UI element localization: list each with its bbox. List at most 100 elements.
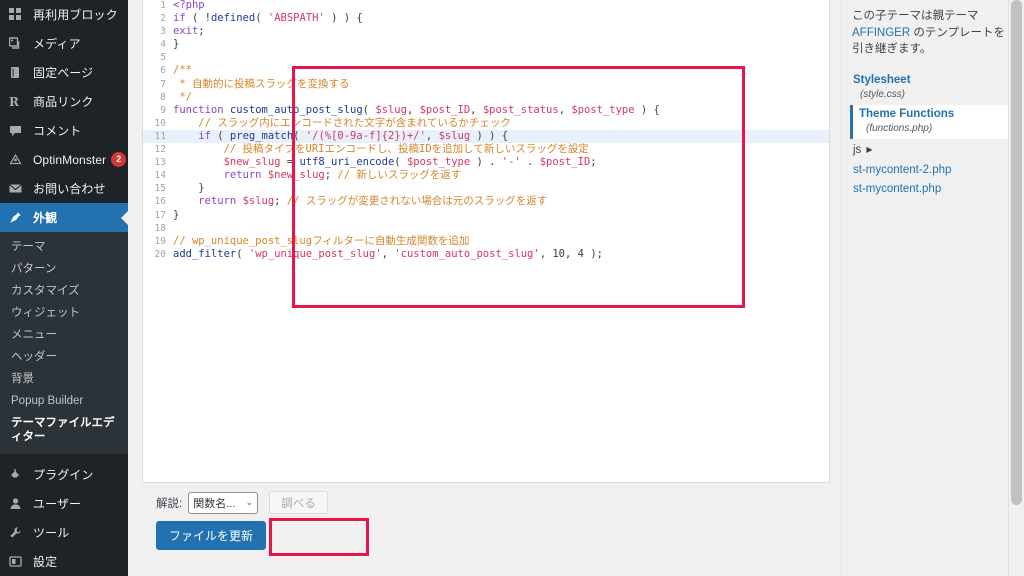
code-token: * 自動的に投稿スラッグを変換する — [173, 77, 350, 90]
code-line: 20 add_filter( 'wp_unique_post_slug', 'cu… — [143, 248, 829, 261]
sidebar-item-optinmonster[interactable]: OptinMonster 2 — [0, 145, 128, 174]
folder-js[interactable]: js ▶ — [850, 139, 1014, 160]
code-line: 11 if ( preg_match( '/(%[0-9a-f]{2})+/',… — [143, 129, 829, 144]
appearance-pin-icon — [9, 211, 28, 224]
sidebar-subitem-background[interactable]: 背景 — [0, 368, 128, 390]
sidebar-item-users[interactable]: ユーザー — [0, 489, 128, 518]
file-item-title: Stylesheet — [853, 73, 911, 86]
sidebar-item-comments[interactable]: コメント — [0, 116, 128, 145]
chevron-down-icon: ⌄ — [245, 497, 254, 507]
code-token: ( — [362, 103, 376, 116]
code-token: $slug — [438, 129, 471, 142]
file-item-filename: (functions.php) — [866, 122, 933, 134]
line-content: // wp_unique_post_slugフィルターに自動生成関数を追加 — [173, 235, 829, 248]
line-content: if ( !defined( 'ABSPATH' ) ) { — [173, 12, 829, 25]
sidebar-item-plugins[interactable]: プラグイン — [0, 460, 128, 489]
sidebar-item-product-link[interactable]: R 商品リンク — [0, 87, 128, 116]
code-token: exit — [173, 25, 199, 38]
docs-lookup-select[interactable]: 関数名... ⌄ — [188, 491, 259, 514]
chevron-right-icon: ▶ — [866, 145, 873, 154]
code-token: ( — [236, 247, 249, 260]
sidebar-subitem-theme-file-editor[interactable]: テーマファイルエディター — [0, 412, 128, 448]
code-token: 'ABSPATH' — [267, 12, 325, 25]
code-token: = — [280, 156, 300, 169]
line-content: return $slug; // スラッグが変更されない場合は元のスラッグを返す — [173, 195, 829, 208]
code-token: ) ) { — [470, 129, 509, 142]
sidebar-item-pages[interactable]: 固定ページ — [0, 58, 128, 87]
sidebar-item-tools[interactable]: ツール — [0, 518, 128, 547]
code-token: preg_match — [229, 129, 294, 142]
code-token: <?php — [173, 0, 205, 11]
code-editor[interactable]: 1 <?php 2 if ( !defined( 'ABSPATH' ) ) {3 ex… — [142, 0, 830, 483]
line-content: add_filter( 'wp_unique_post_slug', 'cust… — [173, 248, 829, 261]
sidebar-item-settings[interactable]: 設定 — [0, 547, 128, 576]
sidebar-subitem-menus[interactable]: メニュー — [0, 324, 128, 346]
file-item-stylesheet[interactable]: Stylesheet (style.css) — [850, 71, 1014, 105]
plugins-icon — [9, 468, 28, 481]
sidebar-item-reusable-blocks[interactable]: 再利用ブロック — [0, 0, 128, 29]
code-token: utf8_uri_encode — [299, 156, 395, 169]
code-line: 10 // スラッグ内にエンコードされた文字が含まれているかチェック — [143, 117, 829, 130]
line-content: * 自動的に投稿スラッグを変換する — [173, 78, 829, 91]
sidebar-item-contact-form[interactable]: お問い合わせ — [0, 174, 128, 203]
sidebar-subitem-customize[interactable]: カスタマイズ — [0, 280, 128, 302]
line-number: 13 — [154, 157, 166, 169]
code-token: ) ) { — [324, 12, 363, 25]
annotation-box-update-button — [269, 518, 369, 556]
code-token: , — [470, 103, 483, 116]
theme-note-part1: この子テーマは親テーマ — [852, 10, 979, 22]
code-token: return — [198, 195, 237, 208]
sidebar-item-label: ツール — [33, 525, 70, 540]
code-token: // wp_unique_post_slugフィルターに自動生成関数を追加 — [173, 234, 470, 247]
code-token: 'custom_auto_post_slug' — [394, 247, 540, 260]
code-token: ) { — [634, 103, 660, 116]
code-token: defined — [210, 12, 256, 25]
file-item-st-mycontent-2[interactable]: st-mycontent-2.php — [850, 160, 1014, 179]
sidebar-subitem-popup-builder[interactable]: Popup Builder — [0, 390, 128, 412]
docs-lookup-button[interactable]: 調べる — [269, 491, 328, 514]
code-token: 10 — [552, 247, 566, 260]
file-item-theme-functions[interactable]: Theme Functions (functions.php) — [850, 104, 1014, 139]
code-token: $post_type — [571, 103, 635, 116]
sidebar-item-appearance[interactable]: 外観 — [0, 203, 128, 232]
code-token: ( — [255, 12, 268, 25]
sidebar-subitem-header[interactable]: ヘッダー — [0, 346, 128, 368]
code-line: 5 — [143, 51, 829, 64]
child-theme-note: この子テーマは親テーマ AFFINGER のテンプレートを引き継ぎます。 — [850, 6, 1014, 58]
file-item-st-mycontent[interactable]: st-mycontent.php — [850, 179, 1014, 198]
scrollbar-thumb[interactable] — [1011, 0, 1022, 505]
code-token: if — [198, 129, 211, 142]
code-token: $post_ID — [539, 156, 591, 169]
parent-theme-name: AFFINGER — [852, 26, 911, 39]
update-file-button[interactable]: ファイルを更新 — [156, 521, 267, 550]
line-content: */ — [173, 91, 829, 104]
editor-docs-toolbar: 解説: 関数名... ⌄ 調べる — [156, 491, 328, 514]
code-line: 1 <?php — [143, 0, 829, 12]
code-token: $post_status — [482, 103, 559, 116]
code-token: '-' — [501, 156, 521, 169]
line-content: // スラッグ内にエンコードされた文字が含まれているかチェック — [173, 117, 829, 130]
code-content[interactable]: 1 <?php 2 if ( !defined( 'ABSPATH' ) ) {3 ex… — [143, 0, 829, 261]
code-token: ; — [274, 195, 287, 208]
sidebar-item-media[interactable]: メディア — [0, 29, 128, 58]
line-content: exit; — [173, 25, 829, 38]
code-line: 14 return $new_slug; // 新しいスラッグを返す — [143, 169, 829, 182]
folder-label: js — [853, 143, 862, 156]
main-content: 1 <?php 2 if ( !defined( 'ABSPATH' ) ) {3 ex… — [128, 0, 1024, 576]
page-scrollbar[interactable] — [1008, 0, 1024, 576]
file-item-filename: (style.css) — [860, 88, 905, 100]
editor-region: 1 <?php 2 if ( !defined( 'ABSPATH' ) ) {3 ex… — [128, 0, 841, 576]
line-number: 3 — [160, 26, 166, 38]
sidebar-subitem-themes[interactable]: テーマ — [0, 236, 128, 258]
code-line: 17} — [143, 209, 829, 222]
sidebar-item-label: メディア — [33, 36, 81, 51]
code-token: add_filter — [173, 247, 237, 260]
sidebar-subitem-patterns[interactable]: パターン — [0, 258, 128, 280]
sidebar-subitem-widgets[interactable]: ウィジェット — [0, 302, 128, 324]
code-token: if — [173, 12, 186, 25]
line-number: 6 — [160, 65, 166, 77]
code-token: // スラッグ内にエンコードされた文字が含まれているかチェック — [173, 116, 511, 129]
code-line: 18 — [143, 222, 829, 235]
